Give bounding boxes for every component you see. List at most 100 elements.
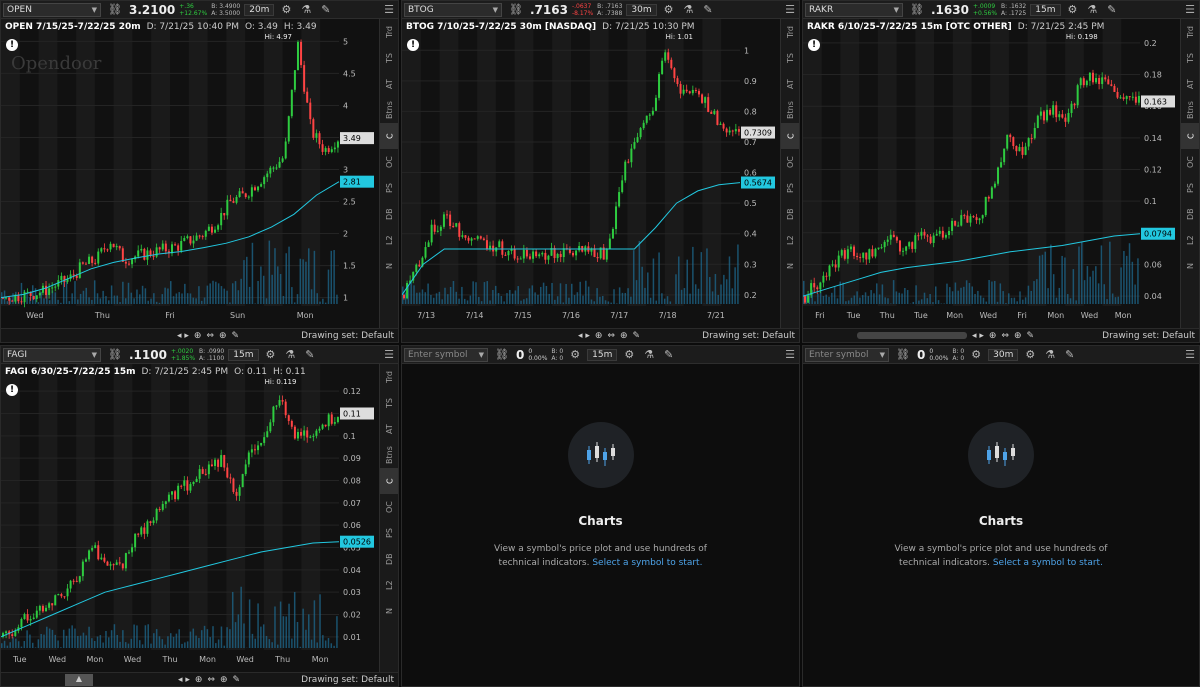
symbol-selector[interactable]: BTOG ▼: [404, 2, 502, 17]
alert-icon[interactable]: !: [808, 39, 820, 51]
rail-tab-at[interactable]: AT: [786, 71, 795, 97]
gear-icon[interactable]: ⚙: [1065, 3, 1081, 16]
rail-tab-oc[interactable]: OC: [385, 494, 394, 520]
drag-icon[interactable]: ⇔: [1001, 331, 1009, 341]
alert-icon[interactable]: !: [6, 384, 18, 396]
rail-tab-at[interactable]: AT: [1186, 71, 1195, 97]
link-icon[interactable]: ⛓: [506, 3, 526, 16]
rail-tab-c[interactable]: C: [379, 123, 398, 149]
crosshair-icon[interactable]: ⊕: [620, 331, 628, 341]
flask-icon[interactable]: ⚗: [1042, 348, 1058, 361]
pencil-icon[interactable]: ✎: [1062, 348, 1077, 361]
rail-tab-trd[interactable]: Trd: [385, 364, 394, 390]
expand-handle[interactable]: ▲: [65, 673, 93, 686]
rail-tab-btns[interactable]: Btns: [385, 442, 394, 468]
pencil-icon[interactable]: ✎: [661, 348, 676, 361]
rail-tab-n[interactable]: N: [385, 253, 394, 279]
menu-icon[interactable]: ☰: [384, 3, 398, 16]
rail-tab-ts[interactable]: TS: [385, 45, 394, 71]
rail-tab-n[interactable]: N: [786, 253, 795, 279]
timeframe-button[interactable]: 30m: [626, 3, 657, 16]
rail-tab-c[interactable]: C: [1180, 123, 1199, 149]
symbol-input[interactable]: Enter symbol ▼: [404, 347, 488, 362]
magnifier-icon[interactable]: ⊕: [195, 675, 203, 685]
link-icon[interactable]: ⛓: [105, 3, 125, 16]
drag-icon[interactable]: ⇔: [206, 331, 214, 341]
rail-tab-ts[interactable]: TS: [786, 45, 795, 71]
drawing-set[interactable]: Drawing set: Default: [1102, 331, 1199, 341]
rail-tab-btns[interactable]: Btns: [1186, 97, 1195, 123]
rail-tab-n[interactable]: N: [385, 598, 394, 624]
flask-icon[interactable]: ⚗: [298, 3, 314, 16]
gear-icon[interactable]: ⚙: [567, 348, 583, 361]
symbol-selector[interactable]: FAGI ▼: [3, 347, 101, 362]
symbol-input[interactable]: Enter symbol ▼: [805, 347, 889, 362]
pencil-icon[interactable]: ✎: [302, 348, 317, 361]
flask-icon[interactable]: ⚗: [641, 348, 657, 361]
gear-icon[interactable]: ⚙: [968, 348, 984, 361]
crosshair-icon[interactable]: ⊕: [219, 331, 227, 341]
rail-tab-btns[interactable]: Btns: [385, 97, 394, 123]
rail-tab-db[interactable]: DB: [385, 201, 394, 227]
pencil-icon[interactable]: ✎: [232, 331, 240, 341]
gear-icon[interactable]: ⚙: [263, 348, 279, 361]
rail-tab-oc[interactable]: OC: [786, 149, 795, 175]
menu-icon[interactable]: ☰: [785, 3, 799, 16]
flask-icon[interactable]: ⚗: [1084, 3, 1100, 16]
scroll-arrows[interactable]: ◂ ▸: [972, 331, 984, 341]
rail-tab-ps[interactable]: PS: [1186, 175, 1195, 201]
rail-tab-l2[interactable]: L2: [786, 227, 795, 253]
flask-icon[interactable]: ⚗: [282, 348, 298, 361]
link-icon[interactable]: ⛓: [492, 348, 512, 361]
pencil-icon[interactable]: ✎: [318, 3, 333, 16]
rail-tab-oc[interactable]: OC: [1186, 149, 1195, 175]
pencil-icon[interactable]: ✎: [633, 331, 641, 341]
price-chart[interactable]: 1 0.9 0.8 0.7 0.6 0.5 0.4 0.3 0.2 0.7309 0.5674 Hi:…: [402, 19, 780, 330]
scrollbar[interactable]: [857, 332, 967, 339]
rail-tab-oc[interactable]: OC: [385, 149, 394, 175]
gear-icon[interactable]: ⚙: [621, 348, 637, 361]
price-chart[interactable]: 54.543.532.521.513.492.81Hi: 4.97Opendoo…: [1, 19, 379, 330]
rail-tab-trd[interactable]: Trd: [1186, 19, 1195, 45]
gear-icon[interactable]: ⚙: [661, 3, 677, 16]
drag-icon[interactable]: ⇔: [207, 675, 215, 685]
flask-icon[interactable]: ⚗: [681, 3, 697, 16]
rail-tab-l2[interactable]: L2: [1186, 227, 1195, 253]
menu-icon[interactable]: ☰: [785, 348, 799, 361]
rail-tab-db[interactable]: DB: [786, 201, 795, 227]
gear-icon[interactable]: ⚙: [278, 3, 294, 16]
magnifier-icon[interactable]: ⊕: [194, 331, 202, 341]
menu-icon[interactable]: ☰: [384, 348, 398, 361]
rail-tab-ts[interactable]: TS: [385, 390, 394, 416]
drawing-set[interactable]: Drawing set: Default: [702, 331, 799, 341]
crosshair-icon[interactable]: ⊕: [1014, 331, 1022, 341]
timeframe-button[interactable]: 30m: [988, 348, 1019, 361]
rail-tab-c[interactable]: C: [379, 468, 398, 494]
rail-tab-l2[interactable]: L2: [385, 572, 394, 598]
menu-icon[interactable]: ☰: [1185, 3, 1199, 16]
menu-icon[interactable]: ☰: [1185, 348, 1199, 361]
link-icon[interactable]: ⛓: [893, 348, 913, 361]
pencil-icon[interactable]: ✎: [1104, 3, 1119, 16]
rail-tab-trd[interactable]: Trd: [786, 19, 795, 45]
symbol-selector[interactable]: OPEN ▼: [3, 2, 101, 17]
scroll-arrows[interactable]: ◂ ▸: [177, 331, 189, 341]
rail-tab-at[interactable]: AT: [385, 71, 394, 97]
price-chart[interactable]: 0.120.110.10.090.080.070.060.050.040.030…: [1, 364, 379, 674]
rail-tab-n[interactable]: N: [1186, 253, 1195, 279]
drag-icon[interactable]: ⇔: [607, 331, 615, 341]
rail-tab-ts[interactable]: TS: [1186, 45, 1195, 71]
drawing-set[interactable]: Drawing set: Default: [301, 675, 398, 685]
rail-tab-at[interactable]: AT: [385, 416, 394, 442]
rail-tab-l2[interactable]: L2: [385, 227, 394, 253]
magnifier-icon[interactable]: ⊕: [595, 331, 603, 341]
rail-tab-ps[interactable]: PS: [385, 175, 394, 201]
magnifier-icon[interactable]: ⊕: [989, 331, 997, 341]
price-chart[interactable]: 0.20.180.160.140.120.10.080.060.040.1630…: [803, 19, 1180, 330]
rail-tab-ps[interactable]: PS: [385, 520, 394, 546]
symbol-selector[interactable]: RAKR ▼: [805, 2, 903, 17]
rail-tab-c[interactable]: C: [780, 123, 799, 149]
select-symbol-link[interactable]: Select a symbol to start.: [993, 558, 1103, 568]
rail-tab-btns[interactable]: Btns: [786, 97, 795, 123]
alert-icon[interactable]: !: [6, 39, 18, 51]
